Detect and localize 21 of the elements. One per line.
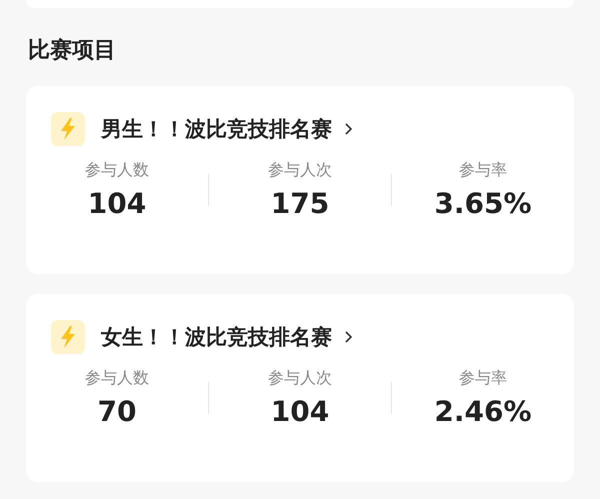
- stat-value: 3.65%: [434, 187, 532, 220]
- stat-label: 参与率: [459, 160, 507, 181]
- event-card[interactable]: 女生！！波比竞技排名赛 参与人数 70 参与人次 104 参与率 2.46%: [26, 294, 574, 482]
- stat-value: 175: [270, 187, 330, 220]
- lightning-icon: [51, 320, 85, 354]
- stat-value: 104: [270, 395, 330, 428]
- stat-value: 70: [98, 395, 136, 428]
- section-title: 比赛项目: [28, 36, 117, 65]
- lightning-icon: [51, 112, 85, 146]
- stat-label: 参与人数: [85, 160, 149, 181]
- stat-label: 参与人次: [268, 160, 332, 181]
- stat-value: 2.46%: [434, 395, 532, 428]
- stat-label: 参与人次: [268, 368, 332, 389]
- event-title[interactable]: 男生！！波比竞技排名赛: [101, 115, 332, 143]
- chevron-right-icon: [344, 122, 353, 136]
- stat-label: 参与人数: [85, 368, 149, 389]
- stat-value: 104: [88, 187, 146, 220]
- chevron-right-icon: [344, 330, 353, 344]
- event-card[interactable]: 男生！！波比竞技排名赛 参与人数 104 参与人次 175 参与率 3.65%: [26, 86, 574, 274]
- event-title[interactable]: 女生！！波比竞技排名赛: [101, 323, 332, 351]
- stat-label: 参与率: [459, 368, 507, 389]
